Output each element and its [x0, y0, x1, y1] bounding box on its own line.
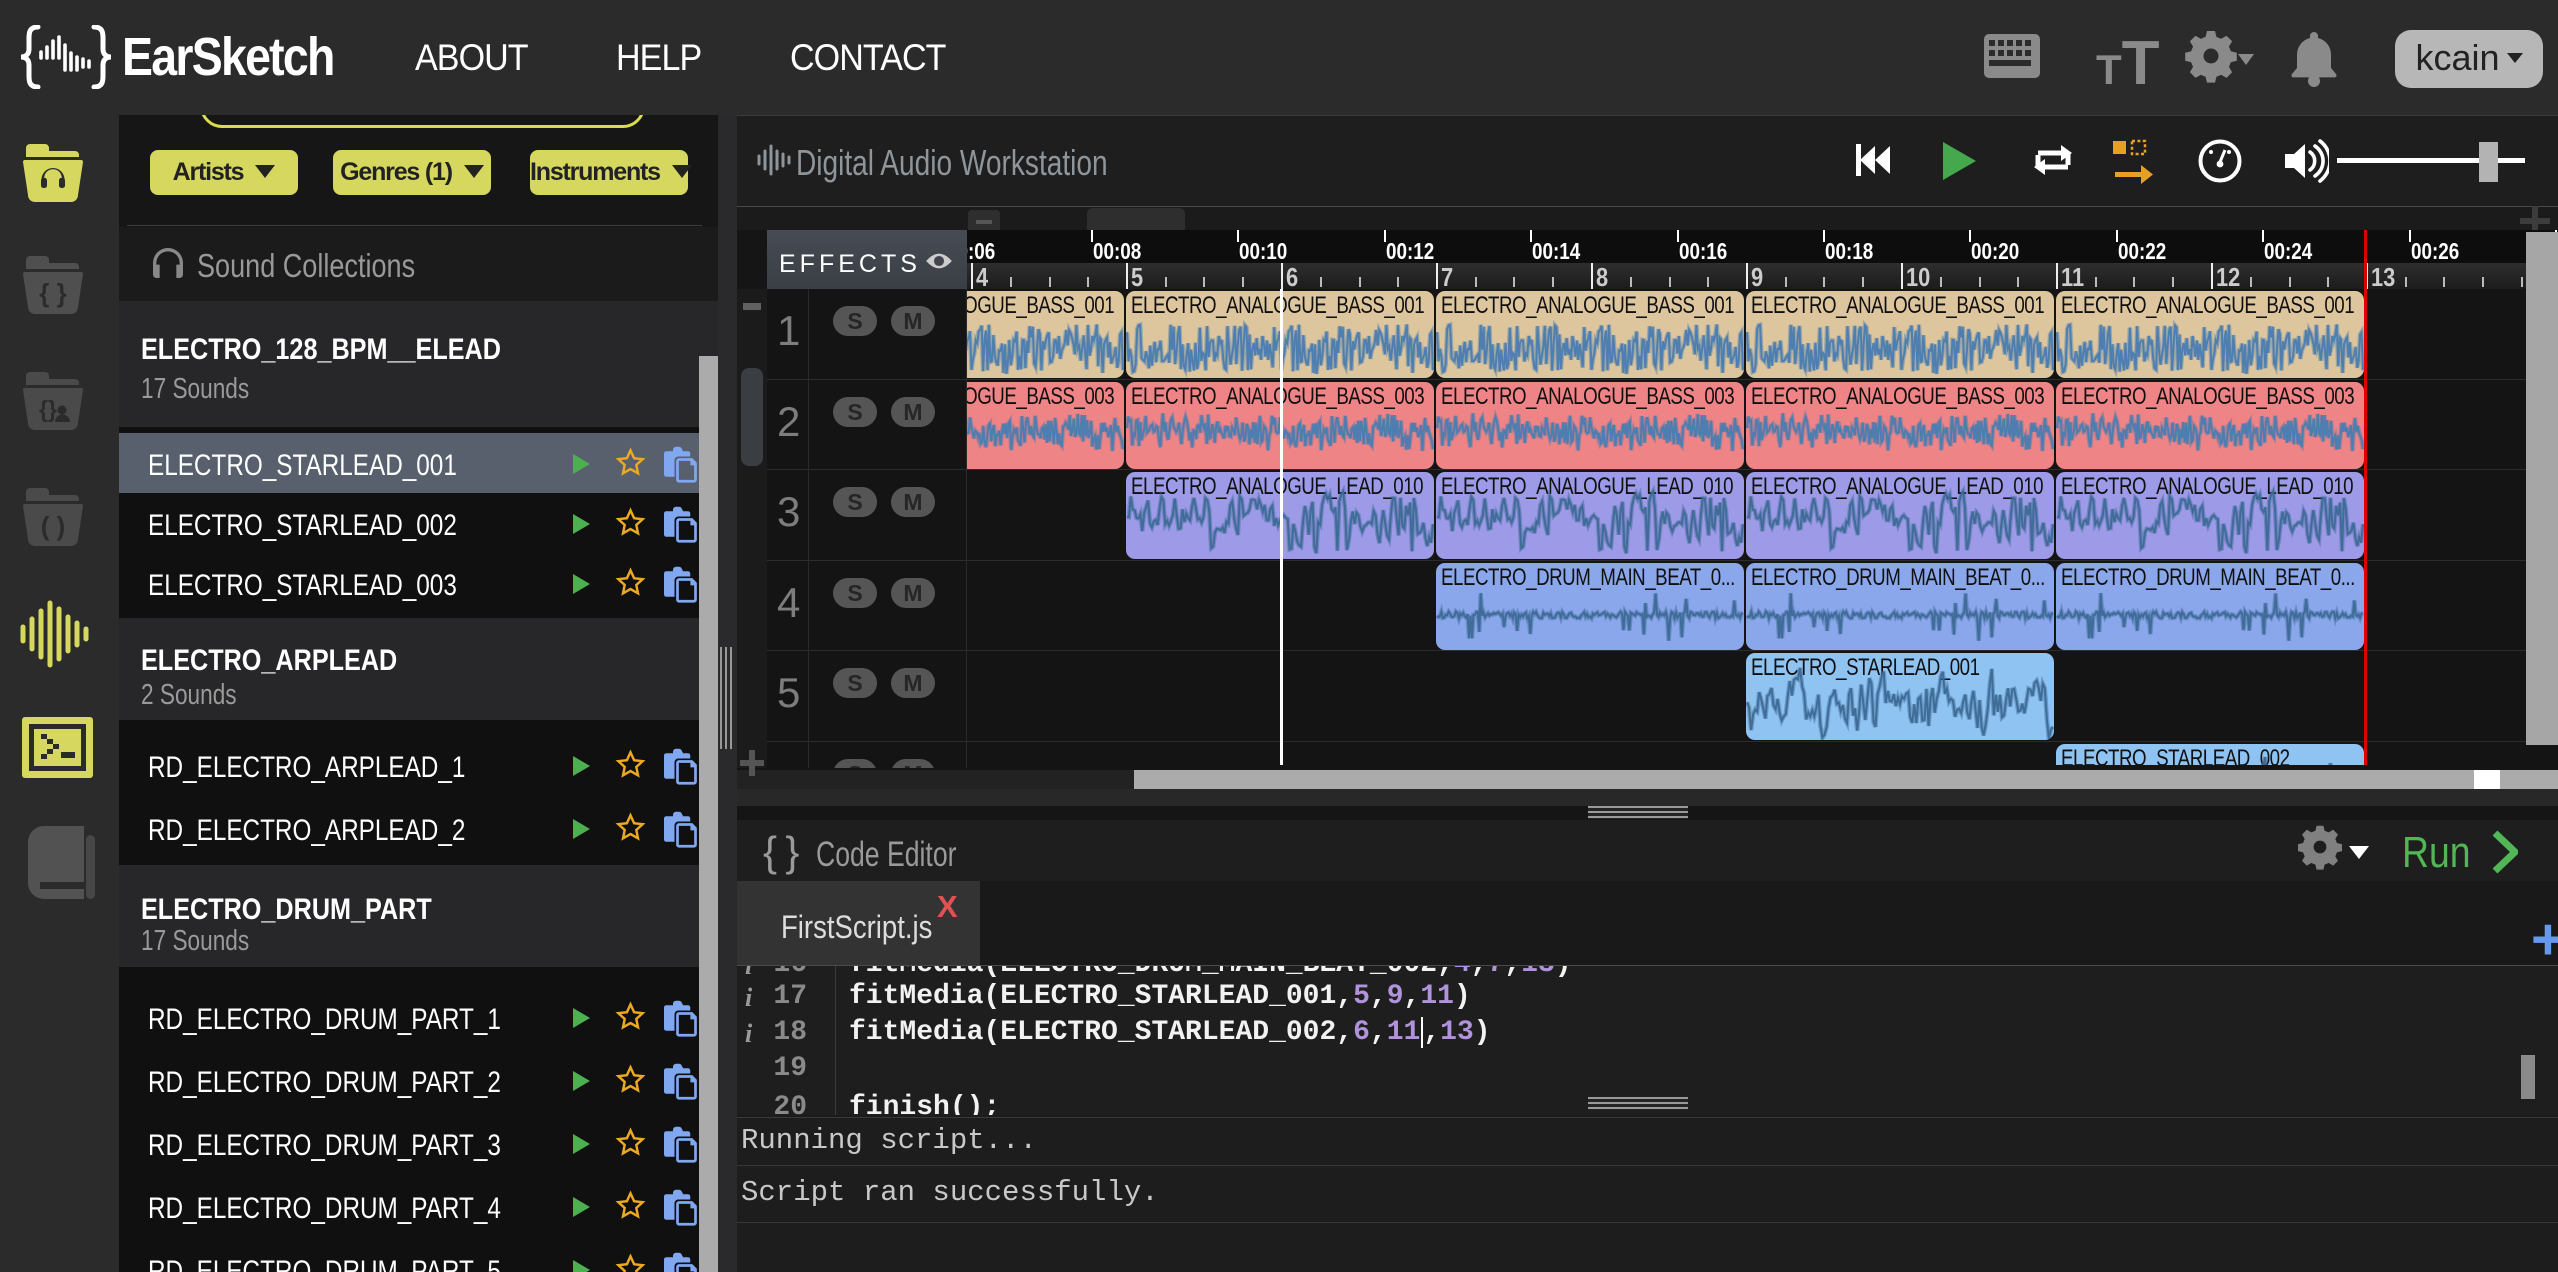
svg-text:{}: {}	[39, 396, 57, 422]
svg-text:( ): ( )	[41, 511, 66, 541]
svg-text:{ }: { }	[39, 278, 66, 308]
